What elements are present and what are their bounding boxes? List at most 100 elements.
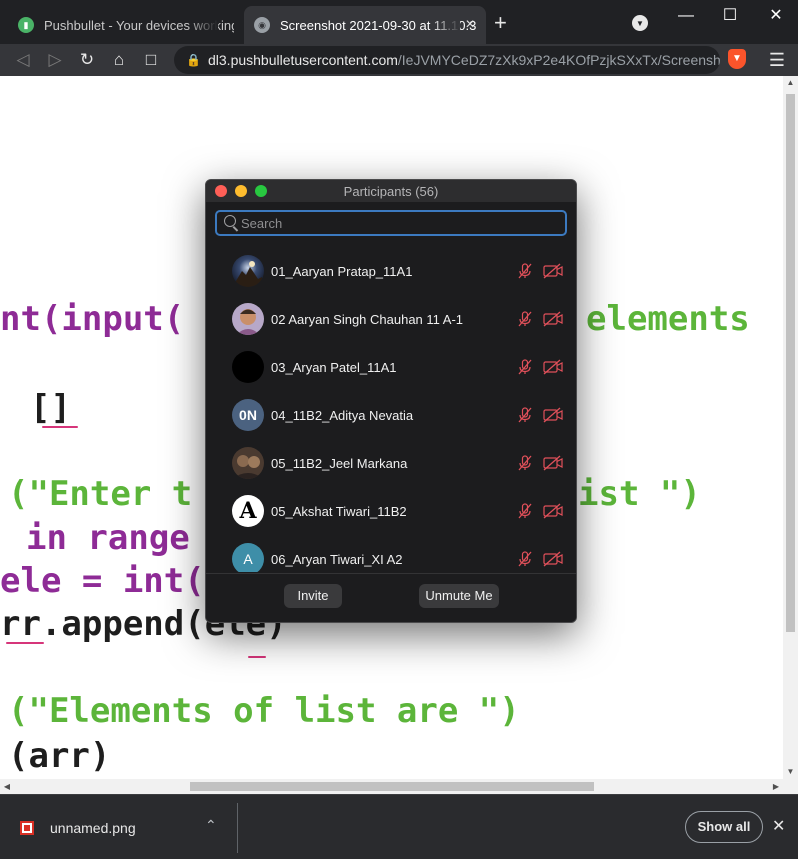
- search-input[interactable]: [241, 214, 561, 232]
- participant-search[interactable]: [215, 210, 567, 236]
- avatar-photo: [232, 455, 264, 479]
- horizontal-scrollbar[interactable]: ◀ ▶: [0, 779, 798, 794]
- scrollbar-thumb[interactable]: [190, 782, 594, 791]
- chevron-up-icon[interactable]: ⌃: [205, 817, 217, 834]
- browser-toolbar: ◁ ▷ ↻ ⌂ □ 🔒 dl3.pushbulletusercontent.co…: [0, 44, 798, 76]
- download-file-name[interactable]: unnamed.png: [50, 820, 136, 836]
- avatar-initials: A: [243, 551, 253, 567]
- mic-muted-icon[interactable]: [517, 359, 533, 375]
- video-off-icon[interactable]: [543, 263, 563, 279]
- mic-muted-icon[interactable]: [517, 551, 533, 567]
- participant-name: 05_11B2_Jeel Markana: [271, 456, 408, 471]
- tab-pushbullet[interactable]: ▮ Pushbullet - Your devices working bett…: [8, 6, 244, 44]
- code-line: ("Elements of list are "): [8, 691, 520, 731]
- participant-name: 03_Aryan Patel_11A1: [271, 360, 397, 375]
- avatar: A: [232, 543, 264, 572]
- scrollbar-thumb[interactable]: [786, 94, 795, 632]
- globe-icon: ◉: [254, 17, 270, 33]
- avatar-photo: [234, 261, 262, 287]
- avatar-photo: [236, 309, 260, 335]
- avatar: A: [232, 495, 264, 527]
- scroll-down-icon[interactable]: ▼: [783, 765, 798, 779]
- search-icon: [224, 215, 236, 227]
- participants-window: Participants (56) 01_Aaryan Pratap_11A1 …: [205, 179, 577, 623]
- forward-icon[interactable]: ▷: [42, 47, 68, 73]
- divider: [237, 803, 238, 853]
- participant-row[interactable]: 0N 04_11B2_Aditya Nevatia: [206, 394, 576, 442]
- video-off-icon[interactable]: [543, 455, 563, 471]
- avatar: [232, 351, 264, 383]
- code-line: elements: [586, 299, 750, 339]
- participant-name: 05_Akshat Tiwari_11B2: [271, 504, 407, 519]
- avatar: [232, 447, 264, 479]
- tab-title-fade: [430, 6, 460, 44]
- maximize-icon[interactable]: ☐: [708, 6, 752, 26]
- participant-list: 01_Aaryan Pratap_11A1 02 Aaryan Singh Ch…: [206, 250, 576, 572]
- participant-row[interactable]: A 05_Akshat Tiwari_11B2: [206, 490, 576, 538]
- close-downloads-icon[interactable]: ✕: [772, 816, 785, 836]
- downloads-bar: unnamed.png ⌃ Show all ✕: [0, 794, 798, 859]
- video-off-icon[interactable]: [543, 311, 563, 327]
- mic-muted-icon[interactable]: [517, 503, 533, 519]
- participants-footer: Invite Unmute Me: [206, 573, 576, 622]
- video-off-icon[interactable]: [543, 551, 563, 567]
- tab-screenshot[interactable]: ◉ Screenshot 2021-09-30 at 11.10.36 ×: [244, 6, 486, 44]
- invite-button[interactable]: Invite: [284, 584, 342, 608]
- scroll-left-icon[interactable]: ◀: [0, 779, 14, 794]
- bookmark-icon[interactable]: □: [138, 47, 164, 73]
- participant-name: 01_Aaryan Pratap_11A1: [271, 264, 413, 279]
- avatar: [232, 303, 264, 335]
- brave-shield-icon[interactable]: ▼: [728, 49, 746, 69]
- lock-icon: 🔒: [186, 53, 201, 67]
- unmute-me-button[interactable]: Unmute Me: [419, 584, 499, 608]
- code-line: ist "): [578, 474, 701, 514]
- show-all-button[interactable]: Show all: [685, 811, 763, 843]
- tab-search-icon[interactable]: ▼: [632, 15, 648, 31]
- avatar-initials: 0N: [239, 407, 257, 423]
- mic-muted-icon[interactable]: [517, 311, 533, 327]
- vertical-scrollbar[interactable]: ▲ ▼: [783, 76, 798, 779]
- code-line: ("Enter t: [8, 474, 193, 514]
- scroll-up-icon[interactable]: ▲: [783, 76, 798, 90]
- spell-underline: [248, 656, 266, 658]
- participant-row[interactable]: 05_11B2_Jeel Markana: [206, 442, 576, 490]
- mic-muted-icon[interactable]: [517, 407, 533, 423]
- back-icon[interactable]: ◁: [10, 47, 36, 73]
- spell-underline: [6, 642, 44, 644]
- participant-row[interactable]: 03_Aryan Patel_11A1: [206, 346, 576, 394]
- scroll-right-icon[interactable]: ▶: [769, 779, 783, 794]
- participant-name: 02 Aaryan Singh Chauhan 11 A-1: [271, 312, 464, 327]
- tab-strip: ▮ Pushbullet - Your devices working bett…: [0, 0, 798, 44]
- avatar: [232, 255, 264, 287]
- code-line: ele = int(: [0, 561, 205, 601]
- home-icon[interactable]: ⌂: [106, 47, 132, 73]
- avatar-initials: A: [239, 498, 257, 524]
- code-line: nt(input(: [0, 299, 185, 339]
- close-tab-icon[interactable]: ×: [462, 17, 478, 33]
- close-window-icon[interactable]: ✕: [754, 6, 798, 26]
- code-line: []: [30, 388, 71, 428]
- code-line: in range: [26, 518, 190, 558]
- address-bar[interactable]: 🔒 dl3.pushbulletusercontent.com/IeJVMYCe…: [174, 46, 720, 74]
- spell-underline: [42, 426, 78, 428]
- url-host: dl3.pushbulletusercontent.com: [208, 52, 398, 68]
- participant-row[interactable]: 02 Aaryan Singh Chauhan 11 A-1: [206, 298, 576, 346]
- reload-icon[interactable]: ↻: [74, 47, 100, 73]
- video-off-icon[interactable]: [543, 407, 563, 423]
- video-off-icon[interactable]: [543, 503, 563, 519]
- code-line: (arr): [8, 736, 111, 776]
- pushbullet-icon: ▮: [18, 17, 34, 33]
- window-title: Participants (56): [343, 184, 439, 199]
- video-off-icon[interactable]: [543, 359, 563, 375]
- participant-name: 04_11B2_Aditya Nevatia: [271, 408, 414, 423]
- minimize-icon[interactable]: —: [664, 6, 708, 26]
- mic-muted-icon[interactable]: [517, 263, 533, 279]
- image-file-icon: [20, 821, 34, 835]
- new-tab-icon[interactable]: +: [494, 12, 507, 34]
- mic-muted-icon[interactable]: [517, 455, 533, 471]
- tab-title-fade: [188, 6, 218, 44]
- menu-icon[interactable]: ☰: [768, 47, 786, 73]
- url-path: /IeJVMYCeDZ7zXk9xP2e4KOfPzjkSXxTx/Screen…: [397, 52, 720, 68]
- participant-row[interactable]: 01_Aaryan Pratap_11A1: [206, 250, 576, 298]
- participant-row[interactable]: A 06_Aryan Tiwari_XI A2: [206, 538, 576, 572]
